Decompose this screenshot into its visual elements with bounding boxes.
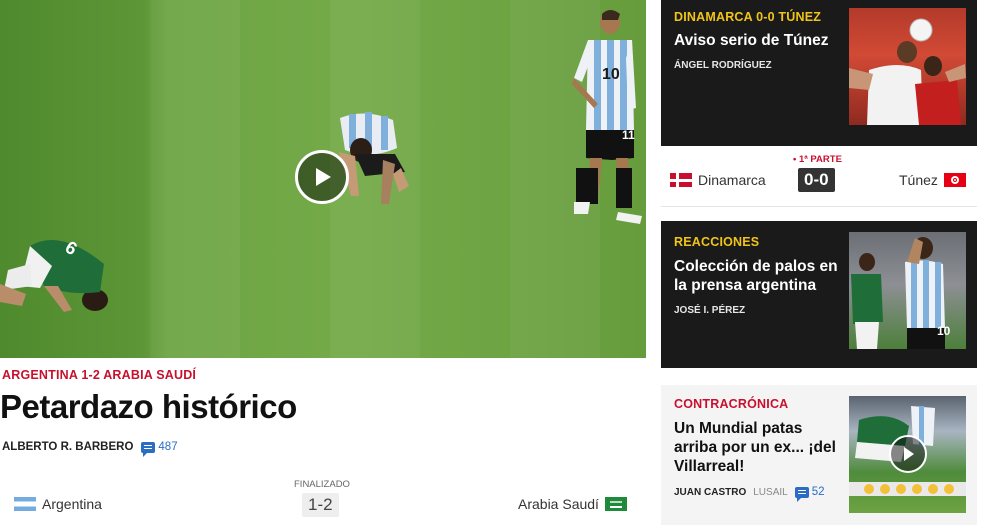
argentina-player-standing-figure: 10 11 [568, 8, 646, 230]
card2-thumbnail[interactable]: 10 [849, 232, 966, 349]
messi-short-number: 11 [622, 128, 635, 142]
main-video-thumbnail[interactable]: 6 10 11 [0, 0, 646, 358]
saudi-flag-icon [604, 497, 627, 511]
away-team: Arabia Saudí [518, 496, 627, 512]
card2-headline[interactable]: Colección de palos en la prensa argentin… [674, 257, 844, 295]
denmark-flag-icon [670, 173, 692, 187]
comment-icon [141, 441, 156, 457]
tunisia-flag-icon [943, 173, 966, 187]
match-score: 1-2 [302, 493, 339, 517]
main-story-comment-count: 487 [158, 441, 178, 453]
card3-headline[interactable]: Un Mundial patas arriba por un ex... ¡de… [674, 419, 844, 476]
card2-author[interactable]: JOSÉ I. PÉREZ [674, 305, 844, 316]
card2-shirt-number: 10 [937, 324, 951, 338]
sidebar-away-team-name: Túnez [899, 172, 938, 188]
sidebar-story-card-3[interactable]: CONTRACRÓNICA Un Mundial patas arriba po… [661, 385, 977, 525]
card1-headline[interactable]: Aviso serio de Túnez [674, 31, 844, 50]
messi-shirt-number: 10 [602, 66, 620, 83]
card3-thumbnail[interactable] [849, 396, 966, 513]
main-story-author[interactable]: ALBERTO R. BARBERO [2, 441, 133, 453]
main-story-comments-link[interactable]: 487 [141, 441, 178, 457]
card3-byline: JUAN CASTRO LUSAIL 52 [674, 486, 849, 502]
card3-author[interactable]: JUAN CASTRO [674, 487, 746, 498]
main-story-byline: ALBERTO R. BARBERO 487 [2, 441, 178, 457]
play-icon [316, 168, 331, 186]
away-team-name: Arabia Saudí [518, 496, 599, 512]
sidebar-home-team-name: Dinamarca [698, 172, 766, 188]
home-team-name: Argentina [42, 496, 102, 512]
card3-comments-link[interactable]: 52 [794, 486, 825, 502]
card1-kicker[interactable]: DINAMARCA 0-0 TÚNEZ [674, 10, 844, 24]
home-team: Argentina [14, 496, 102, 512]
sidebar-away-team: Túnez [899, 172, 966, 188]
play-icon [904, 447, 914, 461]
play-video-button[interactable] [295, 150, 349, 204]
main-story-headline[interactable]: Petardazo histórico [0, 388, 297, 426]
sidebar-match-status: • 1ª PARTE [793, 154, 842, 165]
match-status: FINALIZADO [294, 479, 350, 490]
card3-kicker[interactable]: CONTRACRÓNICA [674, 397, 844, 411]
saudi-player-figure: 6 [0, 226, 120, 316]
sidebar-story-card-2[interactable]: REACCIONES Colección de palos en la pren… [661, 221, 977, 368]
card1-thumbnail[interactable] [849, 8, 966, 125]
sidebar-match-score: 0-0 [798, 168, 835, 192]
argentina-flag-icon [14, 497, 36, 511]
card3-comment-count: 52 [811, 486, 825, 498]
card1-author[interactable]: ÁNGEL RODRÍGUEZ [674, 60, 844, 71]
sidebar-story-card-1[interactable]: DINAMARCA 0-0 TÚNEZ Aviso serio de Túnez… [661, 0, 977, 146]
card3-location: LUSAIL [753, 486, 788, 498]
card3-play-video-button[interactable] [889, 435, 927, 473]
main-story-kicker[interactable]: ARGENTINA 1-2 ARABIA SAUDÍ [2, 368, 196, 382]
comment-icon [794, 486, 809, 502]
main-match-scoreboard[interactable]: Argentina FINALIZADO 1-2 Arabia Saudí [0, 476, 646, 525]
sidebar-divider [661, 206, 977, 207]
card2-kicker[interactable]: REACCIONES [674, 235, 844, 249]
sidebar-match-scoreboard[interactable]: • 1ª PARTE Dinamarca 0-0 Túnez [661, 150, 977, 200]
sidebar-home-team: Dinamarca [670, 172, 766, 188]
